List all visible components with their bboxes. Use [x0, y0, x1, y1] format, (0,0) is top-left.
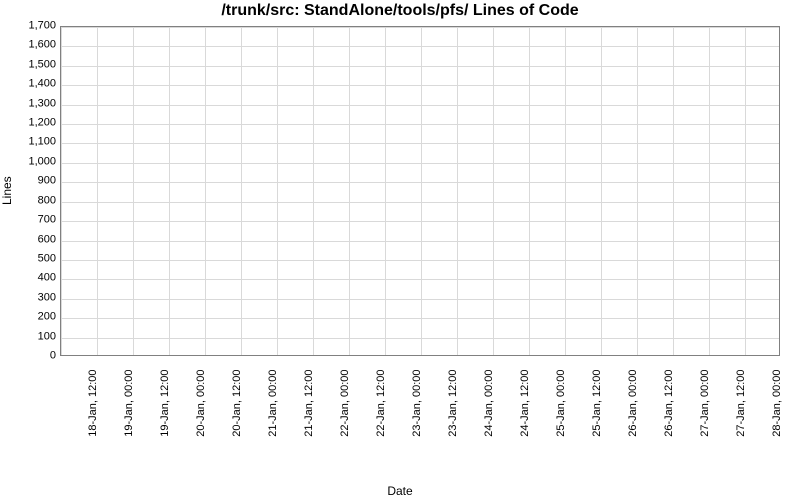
loc-chart: /trunk/src: StandAlone/tools/pfs/ Lines … — [0, 0, 800, 500]
y-tick-label: 1,200 — [6, 118, 56, 129]
gridline-v — [349, 27, 350, 355]
x-tick-label: 21-Jan, 12:00 — [304, 370, 315, 437]
x-tick-label: 20-Jan, 12:00 — [232, 370, 243, 437]
y-tick-label: 1,300 — [6, 98, 56, 109]
gridline-v — [637, 27, 638, 355]
x-tick-label: 19-Jan, 12:00 — [160, 370, 171, 437]
x-tick-label: 22-Jan, 12:00 — [376, 370, 387, 437]
x-tick-label: 26-Jan, 12:00 — [664, 370, 675, 437]
gridline-v — [385, 27, 386, 355]
gridline-v — [601, 27, 602, 355]
y-tick-label: 400 — [6, 273, 56, 284]
x-tick-label: 23-Jan, 12:00 — [448, 370, 459, 437]
gridline-v — [709, 27, 710, 355]
y-tick-label: 200 — [6, 312, 56, 323]
x-tick-label: 18-Jan, 12:00 — [88, 370, 99, 437]
gridline-v — [565, 27, 566, 355]
x-tick-label: 26-Jan, 00:00 — [628, 370, 639, 437]
y-tick-label: 100 — [6, 331, 56, 342]
y-tick-label: 300 — [6, 292, 56, 303]
gridline-v — [313, 27, 314, 355]
y-tick-label: 1,400 — [6, 79, 56, 90]
x-tick-label: 19-Jan, 00:00 — [124, 370, 135, 437]
x-tick-label: 22-Jan, 00:00 — [340, 370, 351, 437]
y-tick-label: 600 — [6, 234, 56, 245]
x-axis-label: Date — [0, 484, 800, 498]
x-tick-label: 24-Jan, 12:00 — [520, 370, 531, 437]
gridline-v — [529, 27, 530, 355]
gridline-v — [133, 27, 134, 355]
y-tick-label: 1,100 — [6, 137, 56, 148]
y-tick-label: 0 — [6, 351, 56, 362]
x-tick-label: 25-Jan, 00:00 — [556, 370, 567, 437]
gridline-v — [169, 27, 170, 355]
x-tick-label: 20-Jan, 00:00 — [196, 370, 207, 437]
x-tick-label: 27-Jan, 12:00 — [736, 370, 747, 437]
gridline-v — [277, 27, 278, 355]
gridline-v — [745, 27, 746, 355]
gridline-v — [673, 27, 674, 355]
x-tick-label: 24-Jan, 00:00 — [484, 370, 495, 437]
chart-title: /trunk/src: StandAlone/tools/pfs/ Lines … — [0, 2, 800, 20]
gridline-v — [205, 27, 206, 355]
y-tick-label: 1,700 — [6, 21, 56, 32]
x-tick-label: 23-Jan, 00:00 — [412, 370, 423, 437]
y-tick-label: 1,000 — [6, 156, 56, 167]
gridline-v — [457, 27, 458, 355]
x-tick-label: 25-Jan, 12:00 — [592, 370, 603, 437]
y-tick-label: 700 — [6, 215, 56, 226]
x-tick-label: 27-Jan, 00:00 — [700, 370, 711, 437]
y-tick-label: 800 — [6, 195, 56, 206]
gridline-v — [97, 27, 98, 355]
y-tick-label: 1,500 — [6, 59, 56, 70]
y-tick-label: 900 — [6, 176, 56, 187]
x-tick-label: 28-Jan, 00:00 — [772, 370, 783, 437]
gridline-v — [421, 27, 422, 355]
y-tick-label: 500 — [6, 253, 56, 264]
plot-area — [60, 26, 780, 356]
y-tick-label: 1,600 — [6, 40, 56, 51]
x-tick-label: 21-Jan, 00:00 — [268, 370, 279, 437]
gridline-v — [61, 27, 62, 355]
gridline-v — [241, 27, 242, 355]
gridline-v — [493, 27, 494, 355]
